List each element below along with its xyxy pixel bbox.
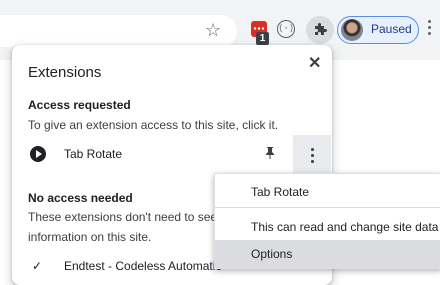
extension-row-tab-rotate[interactable]: Tab Rotate <box>12 135 332 175</box>
menu-divider <box>215 207 440 208</box>
address-bar[interactable] <box>0 15 237 47</box>
play-circle-icon <box>30 146 46 162</box>
close-icon[interactable]: ✕ <box>308 53 321 73</box>
extension-badge: 1 <box>256 32 269 45</box>
paused-label: Paused <box>371 22 412 36</box>
no-access-heading: No access needed <box>28 191 133 205</box>
check-icon: ✓ <box>32 259 43 273</box>
avatar <box>341 19 363 41</box>
extension-context-menu: Tab Rotate This can read and change site… <box>214 173 440 269</box>
menu-item-options[interactable]: Options <box>215 240 440 268</box>
access-requested-heading: Access requested <box>28 98 131 112</box>
menu-item-label: Tab Rotate <box>251 185 310 199</box>
puzzle-icon <box>315 23 327 35</box>
menu-item-label: This can read and change site data <box>251 220 439 234</box>
menu-item-site-access[interactable]: This can read and change site data <box>215 215 440 239</box>
access-requested-description: To give an extension access to this site… <box>28 118 279 132</box>
pin-icon[interactable] <box>265 146 275 163</box>
no-access-description: These extensions don't need to see <box>28 210 218 224</box>
more-actions-button[interactable] <box>293 135 331 175</box>
profile-paused-chip[interactable]: Paused <box>337 16 419 44</box>
menu-item-label: Options <box>251 247 293 261</box>
star-icon[interactable]: ☆ <box>205 19 221 41</box>
browser-menu-icon[interactable] <box>428 20 432 40</box>
code-extension-icon[interactable]: ⟨·⟩ <box>277 20 295 38</box>
extensions-button[interactable] <box>306 16 334 44</box>
extension-name: Tab Rotate <box>64 147 123 161</box>
menu-item-tab-rotate[interactable]: Tab Rotate <box>215 174 440 207</box>
panel-title: Extensions <box>28 64 102 81</box>
